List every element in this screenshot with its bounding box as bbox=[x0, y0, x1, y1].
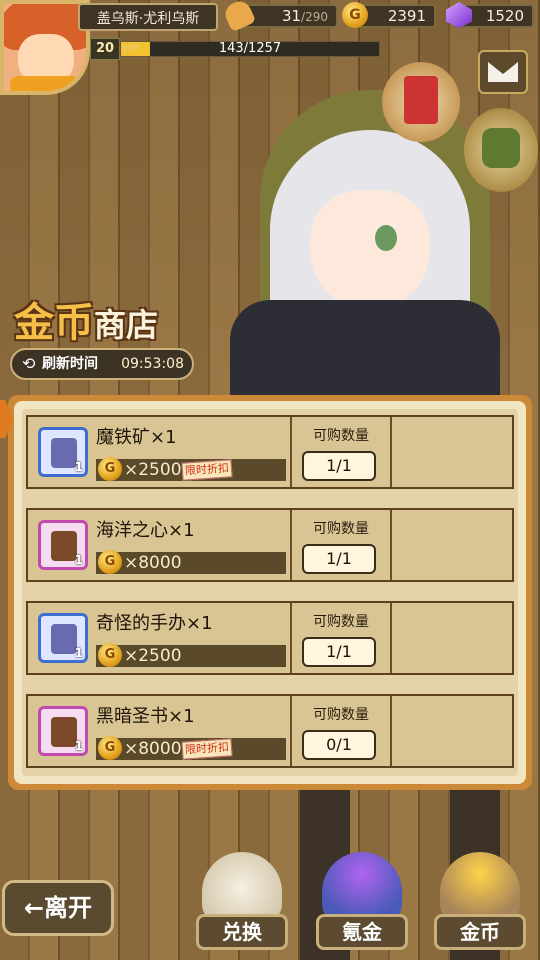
exchange-button[interactable]: 兑换 bbox=[196, 852, 288, 960]
purchase-count-label: 可购数量 bbox=[313, 521, 369, 537]
stamina-value: 31 bbox=[281, 7, 302, 25]
purchase-count: 1/1 bbox=[302, 544, 376, 574]
purchase-count-label: 可购数量 bbox=[313, 614, 369, 630]
item-slot[interactable]: 1 bbox=[38, 613, 88, 663]
topup-label: 氪金 bbox=[316, 914, 408, 950]
item-name: 魔铁矿×1 bbox=[96, 427, 177, 448]
item-price: ×8000 bbox=[124, 553, 182, 573]
row-divider bbox=[390, 696, 392, 766]
discount-tag: 限时折扣 bbox=[181, 459, 233, 481]
gold-coin-icon: G bbox=[98, 643, 122, 667]
gold-counter[interactable]: G 2391 bbox=[342, 2, 436, 28]
gold-coin-icon: G bbox=[98, 550, 122, 574]
shop-item-row[interactable]: 1 魔铁矿×1 G ×2500 限时折扣 可购数量 1/1 bbox=[26, 415, 514, 489]
gold-shop-button[interactable]: 金币 bbox=[434, 852, 526, 960]
gold-value: 2391 bbox=[387, 7, 426, 25]
character-eye bbox=[375, 225, 397, 251]
gold-coin-icon: G bbox=[98, 457, 122, 481]
item-quantity: 1 bbox=[74, 460, 83, 474]
purchase-count-label: 可购数量 bbox=[313, 428, 369, 444]
item-price: ×8000 bbox=[124, 739, 182, 759]
shop-item-row[interactable]: 1 奇怪的手办×1 G ×2500 可购数量 1/1 bbox=[26, 601, 514, 675]
stamina-max: /290 bbox=[301, 10, 328, 24]
exp-bar: EXP 143/1257 bbox=[120, 41, 380, 57]
character-face bbox=[310, 190, 430, 310]
iron-ore-icon bbox=[51, 438, 77, 468]
exchange-label: 兑换 bbox=[196, 914, 288, 950]
item-quantity: 1 bbox=[74, 646, 83, 660]
quest-scroll-icon[interactable] bbox=[382, 62, 460, 142]
backpack-icon[interactable] bbox=[464, 108, 538, 192]
row-divider bbox=[390, 417, 392, 487]
stamina-counter[interactable]: 31/290 bbox=[221, 0, 338, 33]
figurine-icon bbox=[51, 624, 77, 654]
item-price: ×2500 bbox=[124, 460, 182, 480]
item-name: 奇怪的手办×1 bbox=[96, 613, 213, 634]
refresh-icon: ⟲ bbox=[22, 354, 36, 373]
item-name: 黑暗圣书×1 bbox=[96, 706, 195, 727]
exp-value: 143/1257 bbox=[218, 41, 282, 56]
gem-counter[interactable]: 1520 bbox=[446, 2, 534, 28]
item-quantity: 1 bbox=[74, 553, 83, 567]
refresh-time: 09:53:08 bbox=[121, 356, 184, 372]
gold-shop-label: 金币 bbox=[434, 914, 526, 950]
item-quantity: 1 bbox=[74, 739, 83, 753]
shop-title: 金币商店 bbox=[14, 290, 158, 348]
gem-value: 1520 bbox=[485, 7, 524, 25]
ocean-heart-necklace-icon bbox=[51, 531, 77, 561]
shop-title-small: 商店 bbox=[94, 306, 159, 344]
item-slot[interactable]: 1 bbox=[38, 427, 88, 477]
item-slot[interactable]: 1 bbox=[38, 706, 88, 756]
shop-title-big: 金币 bbox=[14, 300, 94, 346]
purchase-count: 1/1 bbox=[302, 451, 376, 481]
topup-button[interactable]: 氪金 bbox=[316, 852, 408, 960]
player-avatar[interactable] bbox=[0, 0, 90, 95]
discount-tag: 限时折扣 bbox=[181, 738, 233, 760]
row-divider bbox=[390, 603, 392, 673]
purchase-count: 0/1 bbox=[302, 730, 376, 760]
shop-item-row[interactable]: 1 黑暗圣书×1 G ×8000 限时折扣 可购数量 0/1 bbox=[26, 694, 514, 768]
row-divider bbox=[390, 510, 392, 580]
shop-item-row[interactable]: 1 海洋之心×1 G ×8000 可购数量 1/1 bbox=[26, 508, 514, 582]
purchase-count: 1/1 bbox=[302, 637, 376, 667]
item-price: ×2500 bbox=[124, 646, 182, 666]
gold-coin-icon: G bbox=[98, 736, 122, 760]
player-level: 20 bbox=[90, 38, 120, 60]
refresh-label: 刷新时间 bbox=[42, 356, 98, 372]
item-slot[interactable]: 1 bbox=[38, 520, 88, 570]
purchase-count-label: 可购数量 bbox=[313, 707, 369, 723]
player-name: 盖乌斯·尤利乌斯 bbox=[78, 3, 218, 31]
refresh-timer: ⟲ 刷新时间 09:53:08 bbox=[10, 348, 194, 380]
item-name: 海洋之心×1 bbox=[96, 520, 195, 541]
dark-tome-icon bbox=[51, 717, 77, 747]
mail-icon[interactable] bbox=[478, 50, 528, 94]
exit-button[interactable]: ←离开 bbox=[2, 880, 114, 936]
gold-coin-icon: G bbox=[342, 2, 368, 28]
character-coat bbox=[230, 300, 500, 400]
